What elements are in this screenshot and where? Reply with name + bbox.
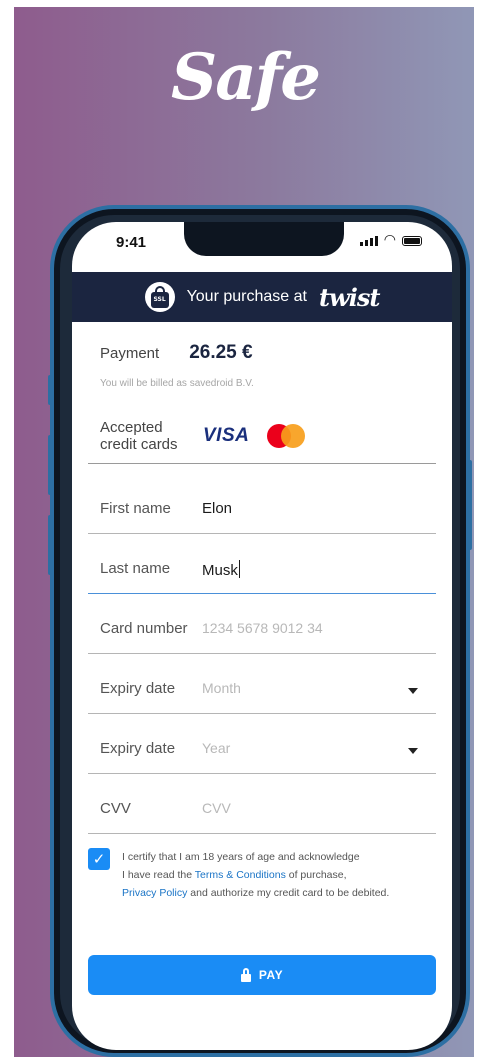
consent-line2-pre: I have read the (122, 869, 195, 881)
last-name-value: Musk (202, 562, 238, 579)
expiry-month-value[interactable]: Month (202, 680, 241, 696)
pay-button[interactable]: PAY (88, 955, 436, 995)
payment-label: Payment (100, 345, 160, 362)
card-number-field[interactable]: Card number 1234 5678 9012 34 (88, 594, 436, 654)
consent-line2: I have read the Terms & Conditions of pu… (122, 866, 389, 884)
check-icon: ✓ (92, 851, 106, 868)
safe-logo: Safe (171, 40, 321, 115)
consent-line2-post: of purchase, (285, 869, 347, 881)
last-name-field[interactable]: Last name Musk (88, 534, 436, 594)
purchase-header: SSL Your purchase at twist (72, 272, 452, 322)
phone-side-button (48, 435, 52, 495)
card-number-input[interactable]: 1234 5678 9012 34 (202, 620, 323, 636)
first-name-label: First name (100, 500, 171, 517)
text-caret (238, 560, 240, 578)
accepted-cards-label-line1: Accepted (100, 419, 163, 436)
consent-row: ✓ I certify that I am 18 years of age an… (88, 848, 436, 902)
last-name-label: Last name (100, 560, 171, 577)
consent-text: I certify that I am 18 years of age and … (122, 848, 389, 902)
dropdown-arrow-icon[interactable] (408, 688, 418, 694)
expiry-year-label: Expiry date (100, 740, 176, 757)
first-name-field[interactable]: First name Elon (88, 474, 436, 534)
section-divider (88, 463, 436, 464)
payment-amount: 26.25 € (189, 342, 253, 363)
status-time: 9:41 (116, 234, 147, 251)
expiry-month-select[interactable]: Expiry date Month (88, 654, 436, 714)
cvv-label: CVV (100, 800, 131, 817)
cvv-input[interactable]: CVV (202, 800, 231, 816)
phone-notch (184, 222, 344, 256)
accepted-cards-row: Accepted credit cards VISA (100, 419, 306, 453)
last-name-input[interactable]: Musk (202, 560, 240, 579)
merchant-logo: twist (318, 282, 380, 312)
header-text: Your purchase at (186, 288, 307, 305)
consent-line3: Privacy Policy and authorize my credit c… (122, 884, 389, 902)
first-name-input[interactable]: Elon (202, 500, 232, 517)
phone-side-button (48, 375, 52, 405)
battery-icon (402, 236, 422, 246)
terms-link[interactable]: Terms & Conditions (195, 869, 286, 881)
expiry-year-select[interactable]: Expiry date Year (88, 714, 436, 774)
card-number-label: Card number (100, 620, 188, 637)
expiry-month-label: Expiry date (100, 680, 176, 697)
mastercard-logo (267, 424, 306, 448)
ssl-lock-icon: SSL (144, 282, 175, 312)
consent-line3-post: and authorize my credit card to be debit… (187, 887, 390, 899)
billing-note: You will be billed as savedroid B.V. (100, 378, 254, 389)
payment-row: Payment 26.25 € (100, 342, 253, 364)
cvv-field[interactable]: CVV CVV (88, 774, 436, 834)
status-icons: ◠ (359, 231, 422, 247)
consent-checkbox[interactable]: ✓ (88, 848, 110, 870)
dropdown-arrow-icon[interactable] (408, 748, 418, 754)
accepted-cards-label: Accepted credit cards (100, 419, 185, 453)
phone-side-button (48, 515, 52, 575)
expiry-year-value[interactable]: Year (202, 740, 230, 756)
lock-icon (240, 968, 251, 982)
phone-side-button (468, 460, 472, 550)
signal-icon (359, 236, 378, 246)
privacy-policy-link[interactable]: Privacy Policy (122, 887, 187, 899)
visa-logo: VISA (203, 425, 250, 446)
wifi-icon: ◠ (383, 231, 396, 247)
accepted-cards-label-line2: credit cards (100, 436, 178, 453)
consent-line1: I certify that I am 18 years of age and … (122, 851, 360, 863)
pay-button-label: PAY (258, 968, 284, 982)
phone-screen: 9:41 ◠ SSL Your purchase at twist Paymen… (72, 222, 452, 1050)
